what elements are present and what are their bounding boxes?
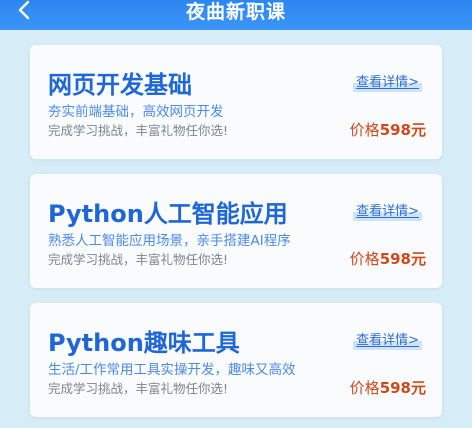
course-description: 熟悉人工智能应用场景，亲手搭建AI程序	[48, 233, 291, 249]
course-card-ai[interactable]: Python人工智能应用 查看详情> 熟悉人工智能应用场景，亲手搭建AI程序 完…	[30, 174, 442, 288]
page-title: 夜曲新职课	[185, 1, 286, 23]
price-label: 价格	[349, 250, 380, 268]
top-bar: 夜曲新职课	[0, 0, 472, 30]
course-description: 生活/工作常用工具实操开发，趣味又高效	[48, 362, 296, 378]
price-label: 价格	[349, 379, 380, 397]
course-subtitle: 完成学习挑战，丰富礼物任你选!	[48, 252, 229, 267]
price-label: 价格	[349, 121, 380, 139]
view-details-link[interactable]: 查看详情>	[353, 329, 422, 350]
view-details-link[interactable]: 查看详情>	[353, 200, 422, 221]
price-value: 598元	[379, 250, 426, 268]
price-value: 598元	[379, 121, 426, 139]
course-title: 网页开发基础	[48, 71, 192, 99]
course-card-web[interactable]: 网页开发基础 查看详情> 夯实前端基础，高效网页开发 完成学习挑战，丰富礼物任你…	[30, 45, 442, 159]
course-description: 夯实前端基础，高效网页开发	[48, 104, 224, 120]
course-title: Python人工智能应用	[48, 200, 288, 228]
course-price: 价格598元	[350, 377, 426, 398]
course-subtitle: 完成学习挑战，丰富礼物任你选!	[48, 381, 229, 396]
price-value: 598元	[379, 379, 426, 397]
course-price: 价格598元	[350, 248, 426, 269]
view-details-link[interactable]: 查看详情>	[353, 71, 422, 92]
course-subtitle: 完成学习挑战，丰富礼物任你选!	[48, 123, 229, 138]
course-title: Python趣味工具	[48, 329, 240, 357]
course-card-tools[interactable]: Python趣味工具 查看详情> 生活/工作常用工具实操开发，趣味又高效 完成学…	[30, 303, 442, 417]
course-price: 价格598元	[350, 119, 426, 140]
